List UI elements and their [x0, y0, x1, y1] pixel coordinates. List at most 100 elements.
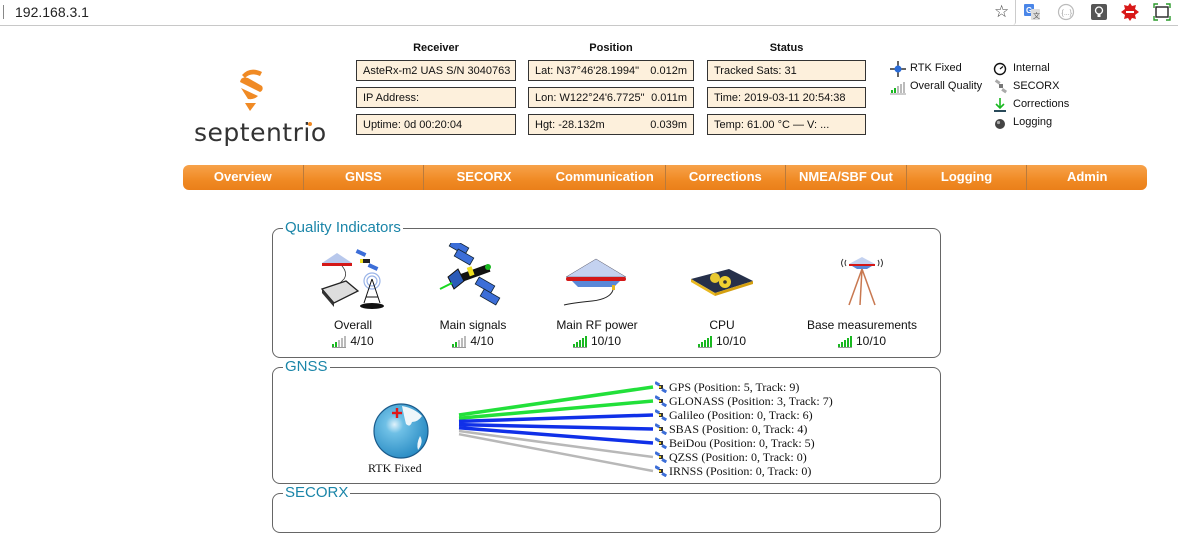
nav-logging[interactable]: Logging — [907, 165, 1028, 190]
constellation-item[interactable]: IRNSS (Position: 0, Track: 0) — [655, 464, 833, 478]
qi-main-signals[interactable]: Main signals 4/10 — [403, 238, 543, 348]
qi-label: Main RF power — [556, 318, 638, 332]
signal-bars-icon — [572, 336, 587, 348]
address-bar[interactable]: 192.168.3.1 — [0, 0, 1016, 25]
qi-score: 4/10 — [350, 334, 374, 348]
qi-cpu[interactable]: CPU 10/10 — [652, 243, 792, 348]
qi-score: 10/10 — [855, 334, 887, 348]
nav-admin[interactable]: Admin — [1027, 165, 1147, 190]
qi-label: Main signals — [439, 318, 507, 332]
nav-secorx[interactable]: SECORX — [424, 165, 545, 190]
constellation-text: IRNSS (Position: 0, Track: 0) — [669, 464, 812, 478]
position-lon: Lon: W122°24'6.7725" 0.011m — [528, 87, 694, 108]
nav-nmea-sbf-out[interactable]: NMEA/SBF Out — [786, 165, 907, 190]
constellation-item[interactable]: GLONASS (Position: 3, Track: 7) — [655, 394, 833, 408]
satellite-icon — [655, 437, 667, 449]
constellation-text: GLONASS (Position: 3, Track: 7) — [669, 394, 833, 408]
receiver-uptime: Uptime: 0d 00:20:04 — [356, 114, 516, 135]
satellite-icon — [655, 409, 667, 421]
download-arrow-icon — [994, 98, 1006, 112]
lon-accuracy: 0.011m — [651, 92, 687, 104]
constellation-text: GPS (Position: 5, Track: 9) — [669, 380, 800, 394]
qi-score: 4/10 — [470, 334, 494, 348]
star-icon[interactable]: ☆ — [994, 2, 1009, 22]
cpu-chip-icon — [691, 269, 753, 296]
constellation-text: Galileo (Position: 0, Track: 6) — [669, 408, 813, 422]
status-title: Status — [769, 42, 804, 54]
position-hgt: Hgt: -28.132m 0.039m — [528, 114, 694, 135]
bulb-icon[interactable] — [1090, 3, 1108, 21]
qi-label: Overall — [333, 318, 372, 332]
text-caret — [3, 5, 4, 19]
logo-mark-icon — [240, 69, 263, 111]
disk-icon — [995, 119, 1005, 129]
signal-bars-icon — [697, 336, 712, 348]
satellite-icon — [439, 238, 501, 306]
receiver-title: Receiver — [413, 42, 459, 54]
qi-label: CPU — [709, 318, 735, 332]
constellation-item[interactable]: Galileo (Position: 0, Track: 6) — [655, 408, 833, 422]
nav-overview[interactable]: Overview — [183, 165, 304, 190]
quality-indicators-panel: Quality Indicators Overall 4/10 Main sig… — [272, 219, 941, 358]
lon-value: Lon: W122°24'6.7725" — [535, 92, 645, 104]
constellation-text: QZSS (Position: 0, Track: 0) — [669, 450, 807, 464]
nav-corrections[interactable]: Corrections — [666, 165, 787, 190]
qi-score: 10/10 — [590, 334, 622, 348]
base-station-icon — [841, 257, 883, 306]
json-viewer-icon[interactable]: {...} — [1057, 3, 1075, 21]
quality-indicators-title: Quality Indicators — [283, 219, 403, 236]
lat-accuracy: 0.012m — [650, 65, 687, 77]
constellation-item[interactable]: SBAS (Position: 0, Track: 4) — [655, 422, 833, 436]
qi-score: 10/10 — [715, 334, 747, 348]
secorx-panel: SECORX — [272, 484, 941, 533]
logo-wordmark: septentrio — [194, 118, 327, 147]
septentrio-logo[interactable]: septentrio — [190, 66, 326, 147]
constellation-text: BeiDou (Position: 0, Track: 5) — [669, 436, 815, 450]
status-tracked-sats: Tracked Sats: 31 — [707, 60, 866, 81]
satellite-icon — [655, 395, 667, 407]
status-time: Time: 2019-03-11 20:54:38 — [707, 87, 866, 108]
browser-toolbar: 192.168.3.1 ☆ G 文 {...} — [0, 0, 1178, 26]
url-text[interactable]: 192.168.3.1 — [15, 4, 89, 20]
adblock-icon[interactable] — [1121, 3, 1139, 21]
status-temp: Temp: 61.00 °C — V: ... — [707, 114, 866, 135]
secorx-title: SECORX — [283, 484, 351, 501]
nav-communication[interactable]: Communication — [545, 165, 666, 190]
hgt-accuracy: 0.039m — [650, 119, 687, 131]
constellation-text: SBAS (Position: 0, Track: 4) — [669, 422, 808, 436]
signal-bars-icon — [837, 336, 852, 348]
google-translate-icon[interactable]: G 文 — [1023, 3, 1041, 21]
satellite-icon — [655, 465, 667, 477]
lat-value: Lat: N37°46'28.1994" — [535, 65, 639, 77]
qi-main-rf-power[interactable]: Main RF power 10/10 — [527, 243, 667, 348]
signal-bars-icon — [332, 336, 347, 348]
receiver-ip: IP Address: — [356, 87, 516, 108]
nav-gnss[interactable]: GNSS — [304, 165, 425, 190]
signal-bars-icon — [452, 336, 467, 348]
constellation-list: GPS (Position: 5, Track: 9) GLONASS (Posi… — [655, 380, 833, 478]
qi-base-measurements[interactable]: Base measurements 10/10 — [792, 243, 932, 348]
qi-overall[interactable]: Overall 4/10 — [283, 243, 423, 348]
satellite-icon — [655, 381, 667, 393]
position-lat: Lat: N37°46'28.1994" 0.012m — [528, 60, 694, 81]
clock-icon — [993, 62, 1007, 76]
receiver-model: AsteRx-m2 UAS S/N 3040763 — [356, 60, 516, 81]
qi-label: Base measurements — [806, 318, 918, 332]
constellation-item[interactable]: BeiDou (Position: 0, Track: 5) — [655, 436, 833, 450]
satellite-gray-icon — [994, 79, 1008, 94]
satellite-icon — [655, 451, 667, 463]
svg-text:文: 文 — [1033, 11, 1040, 20]
position-title: Position — [589, 42, 633, 54]
constellation-item[interactable]: GPS (Position: 5, Track: 9) — [655, 380, 833, 394]
overall-system-icon — [320, 249, 384, 309]
svg-text:{...}: {...} — [1062, 10, 1073, 17]
hgt-value: Hgt: -28.132m — [535, 119, 605, 131]
crosshair-icon — [890, 61, 906, 77]
fullscreen-icon[interactable] — [1153, 3, 1171, 21]
signal-bars-icon — [890, 82, 906, 95]
gnss-panel: GNSS RTK Fixed GPS (Position: 5, Track: … — [272, 358, 941, 484]
constellation-item[interactable]: QZSS (Position: 0, Track: 0) — [655, 450, 833, 464]
logo-dot — [308, 122, 312, 126]
constellation-lines — [458, 385, 654, 473]
antenna-icon — [563, 258, 627, 306]
